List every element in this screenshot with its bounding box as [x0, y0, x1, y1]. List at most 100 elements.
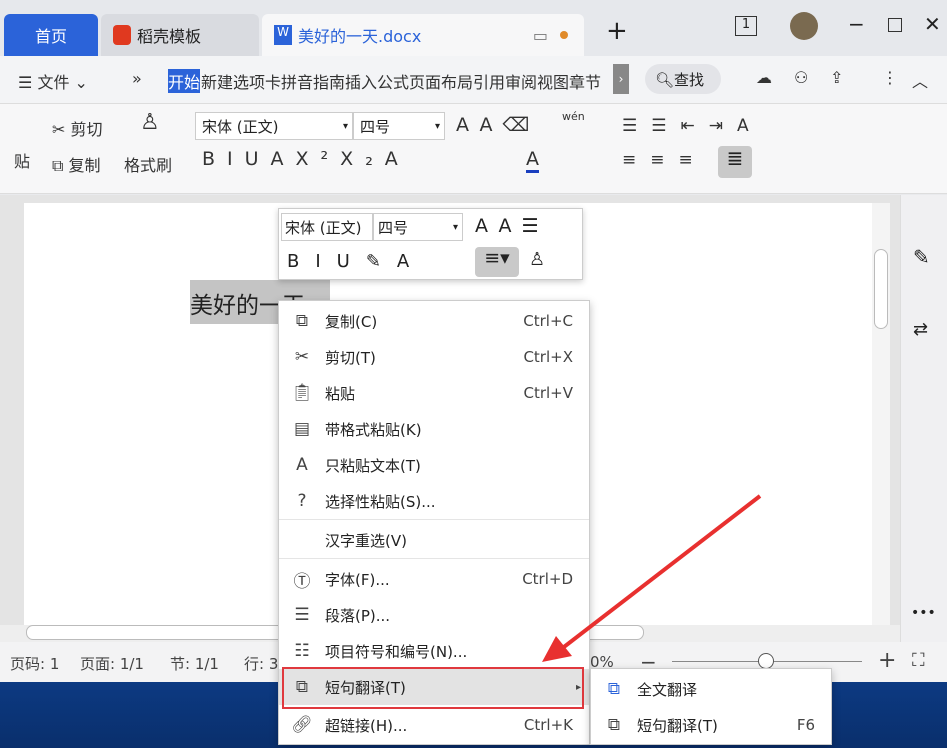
file-menu[interactable]: ☰ 文件 ⌄: [18, 69, 88, 93]
full-translate-icon: ⧉: [607, 679, 621, 699]
font-select[interactable]: 宋体 (正文) ▾: [195, 112, 353, 140]
menu-bar: ☰ 文件 ⌄ » 开始 新建选项卡拼音指南插入公式页面布局引用审阅视图章节 › …: [0, 56, 947, 104]
menu-separator: [279, 519, 589, 520]
paragraph-buttons[interactable]: ☰☰⇤⇥A: [622, 116, 763, 136]
link-icon: 🔗︎: [291, 715, 313, 735]
context-menu-item[interactable]: A 只粘贴文本(T): [279, 447, 589, 483]
new-tab-button[interactable]: +: [606, 16, 628, 46]
menu-item-label: 剪切(T): [325, 348, 376, 367]
translate-icon: ⧉: [607, 715, 621, 735]
menu-item-label: 粘贴: [325, 384, 356, 403]
submenu-item-sentence-translate[interactable]: ⧉ 短句翻译(T) F6: [591, 707, 831, 743]
tab-label: 美好的一天.docx: [298, 27, 422, 46]
minimize-button[interactable]: −: [848, 12, 865, 36]
status-pages: 页面: 1/1: [80, 655, 144, 673]
close-button[interactable]: ✕: [924, 12, 941, 36]
font-color-button[interactable]: A: [526, 148, 539, 173]
context-menu-item[interactable]: 🔗︎ 超链接(H)... Ctrl+K: [279, 707, 589, 743]
pinyin-button[interactable]: wén: [562, 110, 585, 123]
right-sidebar: ✎ ⇄ •••: [900, 195, 947, 642]
more-dots-icon[interactable]: •••: [911, 605, 936, 621]
mini-font-select[interactable]: 宋体 (正文): [281, 213, 373, 241]
monitor-icon[interactable]: ▭: [533, 26, 548, 45]
collapse-ribbon-icon[interactable]: ︿: [912, 68, 928, 92]
docer-logo-icon: [113, 25, 131, 45]
tab-label: 稻壳模板: [137, 27, 202, 46]
window-count-icon[interactable]: 1: [735, 16, 757, 36]
fullscreen-icon[interactable]: ⛶: [912, 650, 925, 671]
menu-item-shortcut: Ctrl+D: [522, 570, 573, 588]
mini-style-buttons[interactable]: BIU✎A: [287, 251, 425, 272]
context-menu-item[interactable]: Ⓣ 字体(F)... Ctrl+D: [279, 561, 589, 597]
translate-submenu: ⧉ 全文翻译 ⧉ 短句翻译(T) F6: [590, 668, 832, 745]
justify-button[interactable]: ≣: [718, 146, 752, 178]
ribbon-scroll-right[interactable]: ›: [613, 64, 629, 94]
more-icon[interactable]: ⋮: [882, 68, 898, 87]
share-user-icon[interactable]: ⚇: [794, 68, 808, 87]
menu-item-label: 复制(C): [325, 312, 378, 331]
menu-item-shortcut: Ctrl+C: [523, 312, 573, 330]
font-icon: Ⓣ: [293, 571, 311, 592]
ribbon-tab-home[interactable]: 开始: [168, 69, 201, 93]
unsaved-dot-icon: [560, 31, 568, 39]
paste-format-icon: ▤: [293, 419, 311, 439]
paste-button[interactable]: 贴: [14, 148, 30, 172]
maximize-button[interactable]: [888, 18, 902, 32]
mini-size-select[interactable]: 四号 ▾: [373, 213, 463, 241]
menu-item-label: 段落(P)...: [325, 606, 391, 625]
status-page-number: 页码: 1: [10, 655, 60, 673]
copy-button[interactable]: ⧉ 复制: [52, 152, 101, 176]
word-doc-icon: W: [274, 25, 292, 45]
more-tabs-icon[interactable]: »: [132, 69, 142, 88]
status-section: 节: 1/1: [170, 655, 219, 673]
ribbon-tabs[interactable]: 新建选项卡拼音指南插入公式页面布局引用审阅视图章节: [201, 69, 613, 93]
tab-home[interactable]: 首页: [4, 14, 98, 56]
menu-item-label: 超链接(H)...: [325, 716, 408, 735]
avatar[interactable]: [790, 12, 818, 40]
font-size-select[interactable]: 四号 ▾: [353, 112, 445, 140]
search-label: 查找: [674, 71, 705, 89]
menu-item-shortcut: Ctrl+X: [523, 348, 573, 366]
context-menu-item[interactable]: ✂ 剪切(T) Ctrl+X: [279, 339, 589, 375]
font-grow-shrink-buttons[interactable]: AA⌫: [456, 114, 539, 136]
status-line: 行: 3: [244, 655, 279, 673]
menu-item-label: 带格式粘贴(K): [325, 420, 422, 439]
ribbon-toolbar: 贴 ✂ 剪切 ⧉ 复制 格式刷 ♙ 宋体 (正文) ▾ 四号 ▾ AA⌫ wén B…: [0, 104, 947, 194]
mini-align-button[interactable]: ≡▾: [475, 247, 519, 277]
format-painter-icon: ♙: [140, 110, 160, 135]
zoom-slider-handle[interactable]: [758, 653, 774, 669]
context-menu-item[interactable]: ☰ 段落(P)...: [279, 597, 589, 633]
menu-item-shortcut: Ctrl+V: [523, 384, 573, 402]
menu-item-shortcut: Ctrl+K: [523, 716, 573, 734]
context-menu-item[interactable]: ⧉ 复制(C) Ctrl+C: [279, 303, 589, 339]
translate-side-icon[interactable]: ⇄: [913, 319, 928, 340]
share-icon[interactable]: ⇪: [830, 68, 843, 87]
format-painter-button[interactable]: 格式刷: [124, 152, 172, 176]
context-menu-item[interactable]: 汉字重选(V): [279, 522, 589, 558]
paste-special-icon: ?: [297, 491, 307, 511]
mini-format-painter-icon[interactable]: ♙: [529, 249, 545, 270]
scissors-icon: ✂: [294, 347, 310, 367]
submenu-item-full-translate[interactable]: ⧉ 全文翻译: [591, 671, 831, 707]
mini-font-size-buttons[interactable]: AA☰: [475, 215, 549, 237]
zoom-in-button[interactable]: +: [878, 648, 896, 673]
font-style-buttons[interactable]: BIUAX²X₂A: [202, 148, 410, 170]
edit-pen-icon[interactable]: ✎: [913, 245, 930, 269]
copy-icon: ⧉: [295, 311, 309, 331]
cut-button[interactable]: ✂ 剪切: [52, 116, 103, 140]
context-menu-item[interactable]: ☷ 项目符号和编号(N)...: [279, 633, 589, 669]
tab-docer[interactable]: 稻壳模板: [101, 14, 259, 56]
search-icon: 🔍︎: [655, 71, 675, 89]
context-menu-item[interactable]: ▤ 带格式粘贴(K): [279, 411, 589, 447]
align-buttons[interactable]: ≡≡≡: [622, 150, 707, 170]
paste-icon: 📋︎: [291, 383, 313, 403]
context-menu-item[interactable]: ? 选择性粘贴(S)...: [279, 483, 589, 519]
tab-document[interactable]: W 美好的一天.docx ▭: [262, 14, 584, 56]
cloud-icon[interactable]: ☁: [756, 68, 772, 87]
menu-item-label: 选择性粘贴(S)...: [325, 492, 436, 511]
vertical-scrollbar[interactable]: [872, 203, 890, 625]
search-button[interactable]: 🔍︎查找: [645, 64, 721, 94]
bullets-icon: ☷: [294, 641, 310, 661]
context-menu-item[interactable]: 📋︎ 粘贴 Ctrl+V: [279, 375, 589, 411]
tab-label: 首页: [34, 27, 67, 46]
